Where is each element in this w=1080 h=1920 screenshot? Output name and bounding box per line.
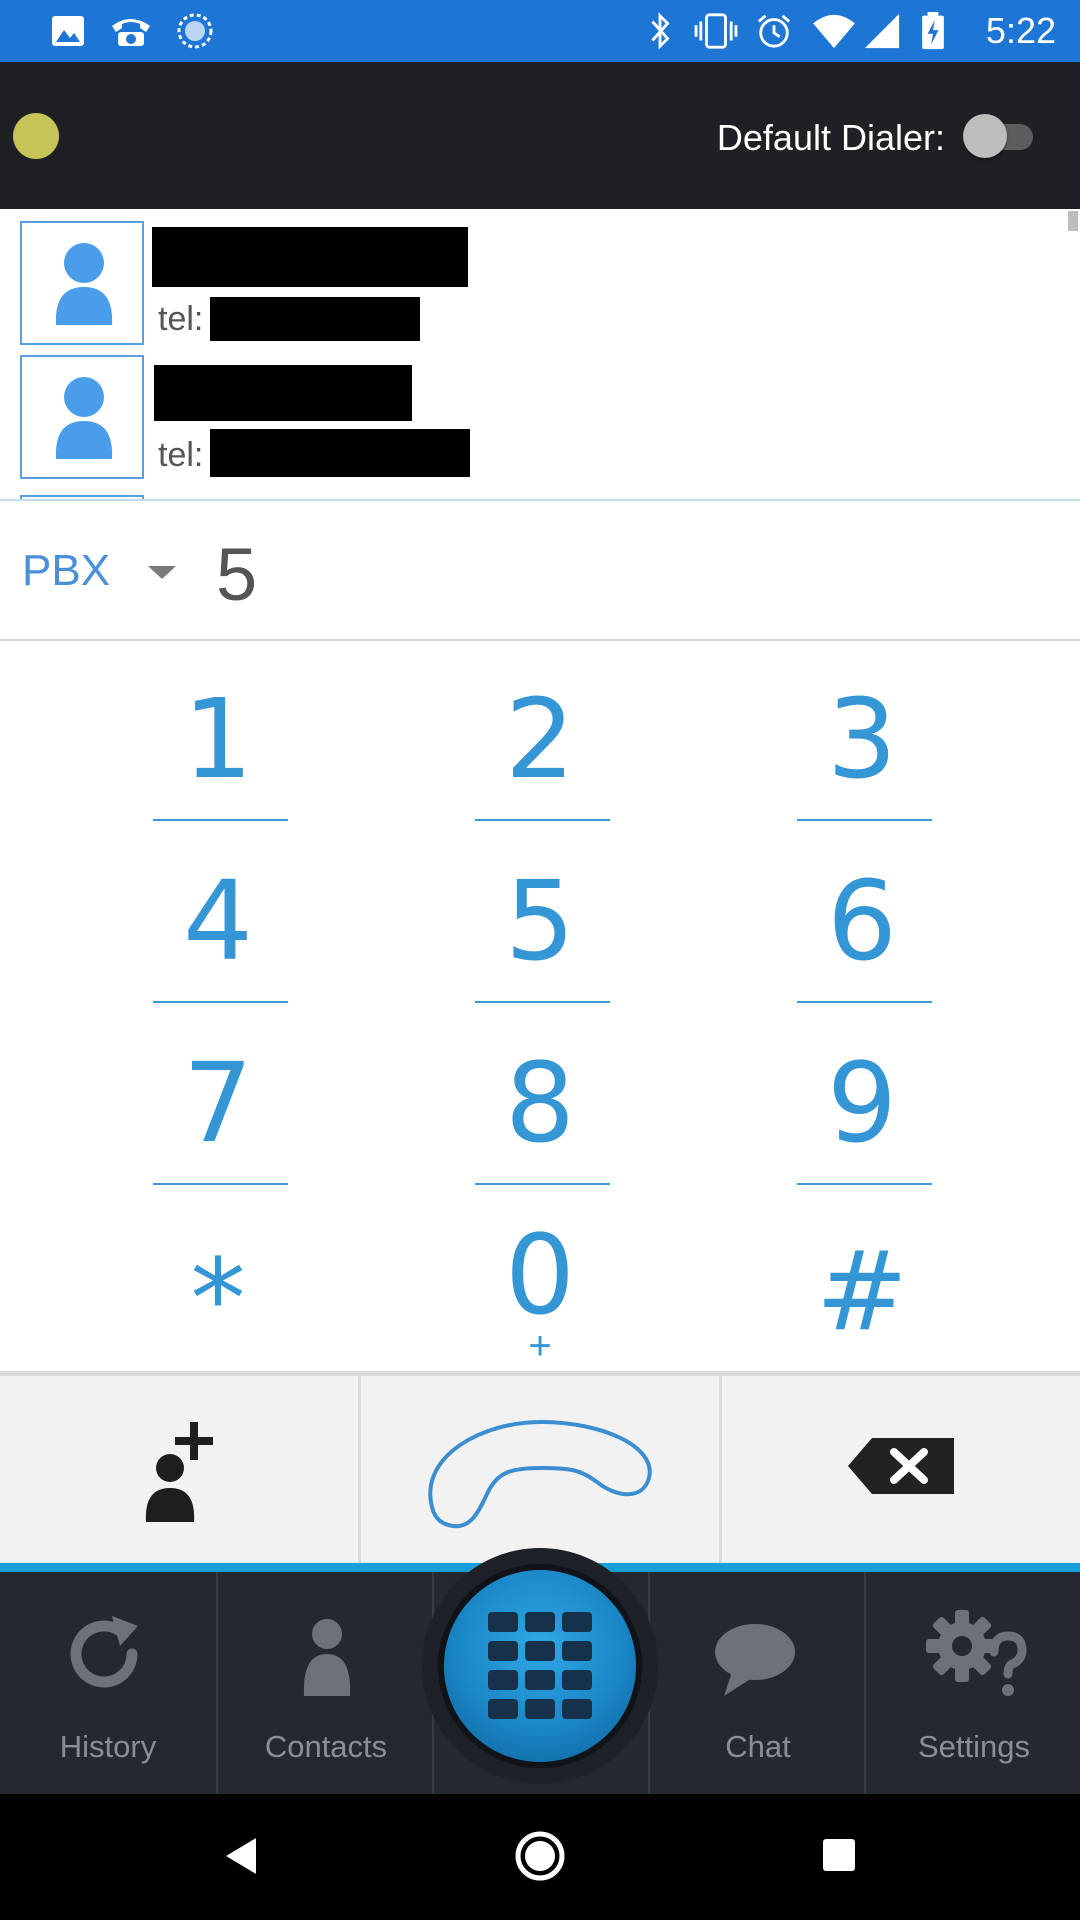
key-0[interactable]: 0 + [390, 1181, 690, 1366]
contact-number-redacted [210, 297, 420, 341]
avatar [20, 355, 144, 479]
clock: 5:22 [985, 10, 1056, 51]
key-star[interactable]: * [68, 1181, 368, 1361]
key-digit: 5 [505, 857, 575, 985]
settings-help-icon [926, 1610, 1027, 1696]
key-digit: * [190, 1235, 246, 1363]
key-digit: 7 [183, 1039, 253, 1167]
backspace-icon [848, 1438, 954, 1494]
dialpad-button-face [444, 1570, 636, 1762]
key-4[interactable]: 4 [68, 823, 368, 1003]
key-underline [475, 819, 610, 821]
nav-contacts-label: Contacts [264, 1729, 388, 1764]
key-underline [153, 819, 288, 821]
contacts-icon [303, 1619, 351, 1696]
system-nav-bar [0, 1794, 1080, 1920]
nav-chat-label: Chat [725, 1729, 791, 1764]
contact-row[interactable]: tel: [0, 353, 1080, 491]
key-9[interactable]: 9 [712, 1005, 1012, 1185]
bluetooth-icon [651, 12, 670, 50]
key-8[interactable]: 8 [390, 1005, 690, 1185]
chat-icon [715, 1624, 795, 1696]
key-3[interactable]: 3 [712, 641, 1012, 821]
signal-icon [864, 13, 900, 49]
key-digit: 2 [505, 675, 575, 803]
contact-number-redacted [210, 429, 470, 477]
keypad: 1 2 3 4 5 6 7 8 9 * 0 + # [0, 641, 1080, 1371]
phone-handset-icon [428, 1419, 652, 1529]
voicemail-icon [112, 19, 150, 46]
dialed-number[interactable]: 5 [216, 535, 257, 615]
contact-tel-label: tel: [158, 436, 204, 474]
nav-settings[interactable]: Settings [866, 1572, 1080, 1794]
key-underline [153, 1001, 288, 1003]
nav-settings-label: Settings [917, 1729, 1030, 1764]
key-digit: 9 [827, 1039, 897, 1167]
key-digit: 3 [827, 675, 897, 803]
add-contact-icon [145, 1422, 213, 1522]
key-7[interactable]: 7 [68, 1005, 368, 1185]
wifi-icon [813, 14, 855, 49]
contact-row[interactable]: tel: [0, 215, 1080, 353]
dialpad-grid-icon [488, 1612, 592, 1719]
nav-history[interactable]: History [0, 1572, 216, 1794]
dropdown-caret-icon[interactable] [148, 566, 176, 579]
default-dialer-label: Default Dialer: [716, 117, 945, 158]
status-bar: 5:22 [0, 0, 1080, 62]
add-contact-button[interactable] [0, 1376, 358, 1564]
nav-contacts[interactable]: Contacts [218, 1572, 434, 1794]
history-icon [70, 1616, 138, 1688]
key-2[interactable]: 2 [390, 641, 690, 821]
vibrate-icon [694, 13, 738, 49]
key-digit: 6 [827, 857, 897, 985]
image-icon [52, 16, 84, 46]
key-underline [475, 1001, 610, 1003]
key-6[interactable]: 6 [712, 823, 1012, 1003]
backspace-button[interactable] [722, 1376, 1080, 1564]
key-digit: 8 [505, 1039, 575, 1167]
sync-icon [177, 13, 213, 49]
key-hash[interactable]: # [712, 1181, 1012, 1361]
nav-history-label: History [59, 1729, 157, 1764]
key-underline [797, 819, 932, 821]
toggle-thumb [963, 114, 1007, 158]
default-dialer-toggle[interactable] [963, 114, 1037, 158]
contact-name-redacted [152, 227, 468, 287]
key-digit: 4 [183, 857, 253, 985]
key-1[interactable]: 1 [68, 641, 368, 821]
key-5[interactable]: 5 [390, 823, 690, 1003]
key-digit: 1 [183, 675, 253, 803]
dialpad-button[interactable] [422, 1548, 658, 1784]
key-sub-label: + [528, 1324, 552, 1368]
nav-chat[interactable]: Chat [650, 1572, 866, 1794]
key-underline [797, 1001, 932, 1003]
contact-name-redacted [154, 365, 412, 421]
recents-icon[interactable] [822, 1838, 856, 1872]
presence-status-dot[interactable] [13, 113, 59, 159]
avatar [20, 221, 144, 345]
alarm-icon [757, 14, 791, 48]
home-icon[interactable] [514, 1830, 566, 1882]
account-selector[interactable]: PBX [22, 546, 110, 596]
scrollbar[interactable] [1068, 211, 1078, 231]
person-icon [55, 377, 113, 459]
battery-charging-icon [922, 12, 944, 50]
person-icon [55, 243, 113, 325]
call-button[interactable] [361, 1376, 719, 1564]
contact-suggestion-list[interactable]: tel: tel: [0, 209, 1080, 501]
contact-tel-label: tel: [158, 300, 204, 338]
key-digit: # [815, 1227, 909, 1355]
key-digit: 0 [505, 1211, 575, 1339]
back-icon[interactable] [222, 1836, 260, 1876]
